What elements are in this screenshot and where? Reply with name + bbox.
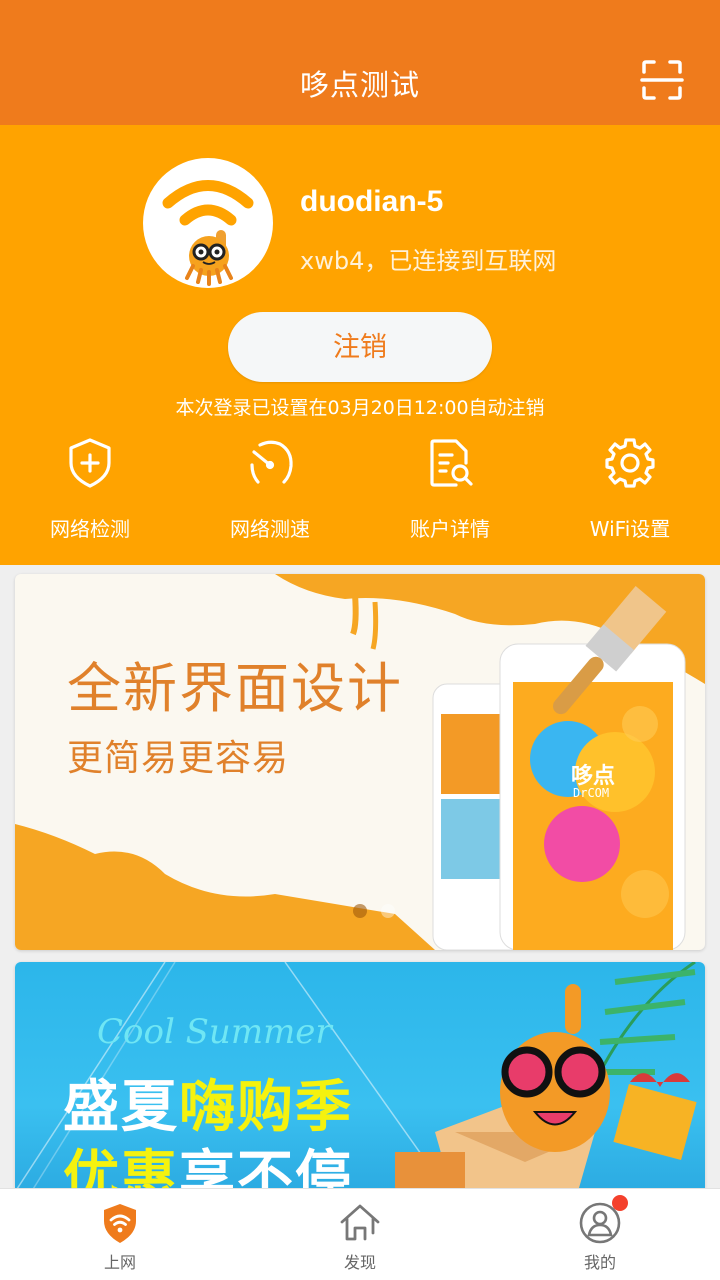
wifi-ssid: duodian-5 [300, 185, 444, 218]
action-label: 网络测速 [230, 517, 310, 541]
scan-button[interactable] [640, 58, 684, 102]
headline-white: 盛夏 [63, 1075, 179, 1140]
promo-banner-redesign[interactable]: 全新界面设计 更简易更容易 哆点 DrCOM [15, 574, 705, 950]
tab-discover[interactable]: 发现 [240, 1189, 480, 1280]
notification-badge [612, 1195, 628, 1211]
speedometer-icon [250, 440, 293, 484]
top-bar: 哆点测试 [0, 0, 720, 125]
auto-logout-note: 本次登录已设置在03月20日12:00自动注销 [175, 397, 545, 419]
phone-brand-en: DrCOM [573, 786, 610, 800]
banner-script-text: Cool Summer [97, 1012, 332, 1052]
tab-internet[interactable]: 上网 [0, 1189, 240, 1280]
connection-panel: duodian-5 xwb4，已连接到互联网 注销 本次登录已设置在03月20日… [0, 125, 720, 565]
action-speed-test[interactable]: 网络测速 [180, 433, 360, 553]
connection-status: xwb4，已连接到互联网 [300, 247, 557, 275]
tab-profile[interactable]: 我的 [480, 1189, 720, 1280]
tab-label: 上网 [103, 1253, 136, 1272]
page-title: 哆点测试 [299, 68, 420, 102]
shield-plus-icon [69, 438, 111, 488]
banner-subtitle: 更简易更容易 [67, 738, 290, 779]
headline-yellow: 嗨购季 [179, 1075, 353, 1140]
wifi-shield-icon [104, 1204, 136, 1243]
gear-icon [605, 438, 655, 488]
document-search-icon [430, 439, 473, 487]
action-wifi-settings[interactable]: WiFi设置 [540, 433, 720, 553]
banner-title: 全新界面设计 [67, 657, 403, 720]
promo-banner-summer[interactable]: Cool Summer 盛夏嗨购季 优惠享不停 [15, 962, 705, 1202]
action-network-check[interactable]: 网络检测 [0, 433, 180, 553]
bottom-tab-bar: 上网 发现 我的 [0, 1188, 720, 1280]
carousel-dot[interactable] [381, 904, 395, 918]
action-label: 网络检测 [50, 517, 130, 541]
quick-actions: 网络检测 网络测速 账户详情 WiFi设置 [0, 433, 720, 553]
banner-headline-1: 盛夏嗨购季 [63, 1062, 353, 1143]
scan-icon [640, 60, 684, 100]
tab-label: 发现 [343, 1253, 376, 1272]
carousel-indicator [353, 904, 395, 918]
action-label: WiFi设置 [589, 517, 671, 541]
carousel-dot-active[interactable] [353, 904, 367, 918]
wifi-mascot-logo [143, 158, 273, 288]
action-account-details[interactable]: 账户详情 [360, 433, 540, 553]
action-label: 账户详情 [410, 517, 490, 541]
home-icon [340, 1204, 380, 1241]
logout-button[interactable]: 注销 [228, 312, 492, 382]
tab-label: 我的 [583, 1253, 616, 1272]
